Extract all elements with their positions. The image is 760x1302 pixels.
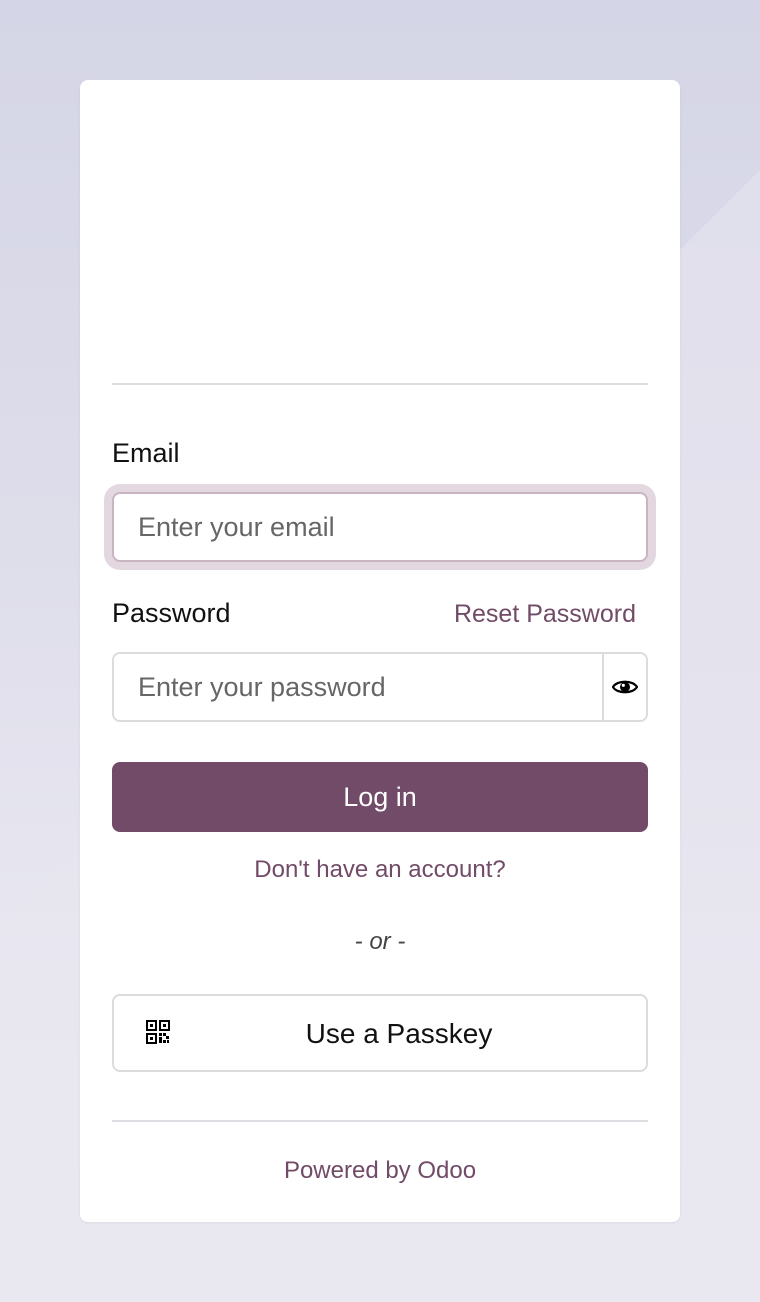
password-input[interactable]	[114, 654, 602, 720]
eye-icon	[612, 680, 638, 694]
footer-divider	[112, 1120, 648, 1122]
header-divider	[112, 383, 648, 385]
password-label: Password	[112, 598, 231, 628]
show-password-button[interactable]	[602, 654, 646, 720]
or-separator: - or -	[354, 928, 406, 955]
login-card: Email Password Reset Password Log in Don…	[80, 80, 680, 1222]
reset-password-link[interactable]: Reset Password	[454, 600, 636, 629]
passkey-button[interactable]: Use a Passkey	[112, 994, 648, 1072]
powered-by-link[interactable]: Powered by Odoo	[80, 1157, 680, 1185]
login-button[interactable]: Log in	[112, 762, 648, 832]
passkey-button-label: Use a Passkey	[305, 1018, 493, 1049]
signup-link[interactable]: Don't have an account?	[80, 856, 680, 884]
email-label: Email	[112, 438, 180, 468]
password-field-group	[112, 652, 648, 722]
logo-area	[112, 80, 648, 384]
email-input[interactable]	[112, 492, 648, 562]
